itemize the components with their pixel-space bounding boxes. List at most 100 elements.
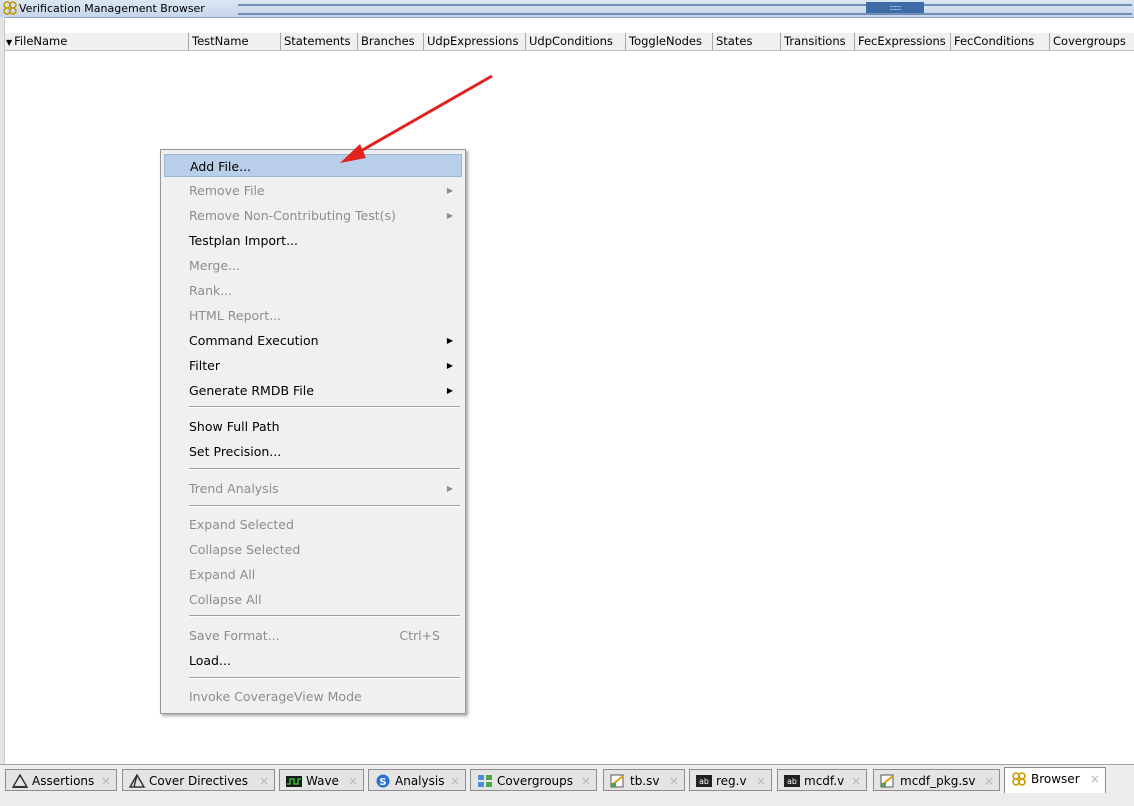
svg-text:S: S <box>379 777 386 788</box>
column-fecconditions[interactable]: FecConditions <box>950 33 1049 50</box>
menu-separator <box>189 406 460 408</box>
browser-icon <box>1012 772 1026 786</box>
menu-label: Generate RMDB File <box>189 383 314 398</box>
menu-item-testplan-import[interactable]: Testplan Import... <box>164 229 462 252</box>
menu-item-merge[interactable]: Merge... <box>164 254 462 277</box>
close-icon[interactable]: × <box>450 770 460 792</box>
tab-mcdf-pkg-sv[interactable]: mcdf_pkg.sv × <box>873 769 1000 791</box>
menu-label: Merge... <box>189 258 240 273</box>
close-icon[interactable]: × <box>259 770 269 792</box>
column-statements[interactable]: Statements <box>280 33 357 50</box>
column-filename[interactable]: ▼ FileName <box>3 33 188 50</box>
menu-label: Trend Analysis <box>189 481 279 496</box>
column-togglenodes[interactable]: ToggleNodes <box>625 33 712 50</box>
close-icon[interactable]: × <box>984 770 994 792</box>
column-udpexpressions[interactable]: UdpExpressions <box>423 33 525 50</box>
menu-item-trend-analysis[interactable]: Trend Analysis ▶ <box>164 477 462 500</box>
menu-item-save-format[interactable]: Save Format... Ctrl+S <box>164 624 462 647</box>
sort-arrow-icon[interactable]: ▼ <box>6 38 12 47</box>
close-icon[interactable]: × <box>581 770 591 792</box>
menu-label: Remove File <box>189 183 265 198</box>
assertion-icon <box>12 774 28 788</box>
tab-analysis[interactable]: S Analysis × <box>368 769 466 791</box>
tab-tb-sv[interactable]: tb.sv × <box>603 769 685 791</box>
tab-label: mcdf.v <box>804 774 845 788</box>
tab-label: tb.sv <box>630 774 660 788</box>
menu-item-load[interactable]: Load... <box>164 649 462 672</box>
menu-label: Filter <box>189 358 220 373</box>
menu-item-expand-selected[interactable]: Expand Selected <box>164 513 462 536</box>
menu-label: Command Execution <box>189 333 319 348</box>
menu-label: Testplan Import... <box>189 233 298 248</box>
tab-label: Assertions <box>32 774 95 788</box>
menu-item-expand-all[interactable]: Expand All <box>164 563 462 586</box>
close-icon[interactable]: × <box>101 770 111 792</box>
tab-reg-v[interactable]: ab reg.v × <box>689 769 772 791</box>
column-label: FileName <box>14 34 68 48</box>
menu-label: Load... <box>189 653 231 668</box>
column-branches[interactable]: Branches <box>357 33 423 50</box>
verilog-file-icon: ab <box>696 775 712 787</box>
column-testname[interactable]: TestName <box>188 33 280 50</box>
menu-item-add-file[interactable]: Add File... <box>164 154 462 177</box>
menu-item-collapse-all[interactable]: Collapse All <box>164 588 462 611</box>
menu-item-collapse-selected[interactable]: Collapse Selected <box>164 538 462 561</box>
menu-item-invoke-coverageview[interactable]: Invoke CoverageView Mode <box>164 685 462 708</box>
menu-separator <box>189 615 460 617</box>
menu-label: Remove Non-Contributing Test(s) <box>189 208 396 223</box>
tab-label: Analysis <box>395 774 445 788</box>
menu-item-show-full-path[interactable]: Show Full Path <box>164 415 462 438</box>
tab-assertions[interactable]: Assertions × <box>5 769 117 791</box>
tab-cover-directives[interactable]: Cover Directives × <box>122 769 275 791</box>
submenu-arrow-icon: ▶ <box>446 484 453 493</box>
menu-label: Save Format... <box>189 628 280 643</box>
left-frame-border <box>0 17 5 767</box>
column-covergroups[interactable]: Covergroups <box>1049 33 1134 50</box>
menu-item-remove-file[interactable]: Remove File ▶ <box>164 179 462 202</box>
menu-item-remove-non-contributing[interactable]: Remove Non-Contributing Test(s) ▶ <box>164 204 462 227</box>
menu-label: Add File... <box>190 159 252 174</box>
menu-label: Invoke CoverageView Mode <box>189 689 362 704</box>
tab-wave[interactable]: Wave × <box>279 769 364 791</box>
menu-label: HTML Report... <box>189 308 282 323</box>
menu-separator <box>189 468 460 470</box>
menu-item-rank[interactable]: Rank... <box>164 279 462 302</box>
submenu-arrow-icon: ▶ <box>446 386 453 395</box>
menu-item-filter[interactable]: Filter ▶ <box>164 354 462 377</box>
menu-item-html-report[interactable]: HTML Report... <box>164 304 462 327</box>
menu-separator <box>189 677 460 679</box>
menu-label: Rank... <box>189 283 233 298</box>
context-menu: Add File... Remove File ▶ Remove Non-Cont… <box>160 149 466 714</box>
verilog-file-icon: ab <box>784 775 800 787</box>
menu-label: Expand Selected <box>189 517 294 532</box>
tab-covergroups[interactable]: Covergroups × <box>470 769 597 791</box>
cover-directive-icon <box>129 774 145 788</box>
undock-grip[interactable]: ::::::: <box>866 2 924 13</box>
column-udpconditions[interactable]: UdpConditions <box>525 33 625 50</box>
submenu-arrow-icon: ▶ <box>446 186 453 195</box>
titlebar-stripe <box>238 4 1132 15</box>
menu-item-command-execution[interactable]: Command Execution ▶ <box>164 329 462 352</box>
svg-text:ab: ab <box>787 777 797 786</box>
close-icon[interactable]: × <box>1090 768 1100 790</box>
status-bar <box>0 793 1134 805</box>
tab-browser[interactable]: Browser × <box>1004 767 1106 793</box>
tab-label: Cover Directives <box>149 774 248 788</box>
close-icon[interactable]: × <box>756 770 766 792</box>
source-file-icon <box>610 774 624 788</box>
menu-item-set-precision[interactable]: Set Precision... <box>164 440 462 463</box>
column-states[interactable]: States <box>712 33 780 50</box>
menu-label: Collapse All <box>189 592 262 607</box>
close-icon[interactable]: × <box>348 770 358 792</box>
column-fecexpressions[interactable]: FecExpressions <box>854 33 950 50</box>
close-icon[interactable]: × <box>669 770 679 792</box>
tab-mcdf-v[interactable]: ab mcdf.v × <box>777 769 867 791</box>
close-icon[interactable]: × <box>851 770 861 792</box>
window-title: Verification Management Browser <box>19 2 205 15</box>
covergroups-icon <box>478 775 492 787</box>
wave-icon <box>286 776 302 787</box>
menu-item-generate-rmdb[interactable]: Generate RMDB File ▶ <box>164 379 462 402</box>
submenu-arrow-icon: ▶ <box>446 361 453 370</box>
menu-label: Expand All <box>189 567 256 582</box>
column-transitions[interactable]: Transitions <box>780 33 854 50</box>
